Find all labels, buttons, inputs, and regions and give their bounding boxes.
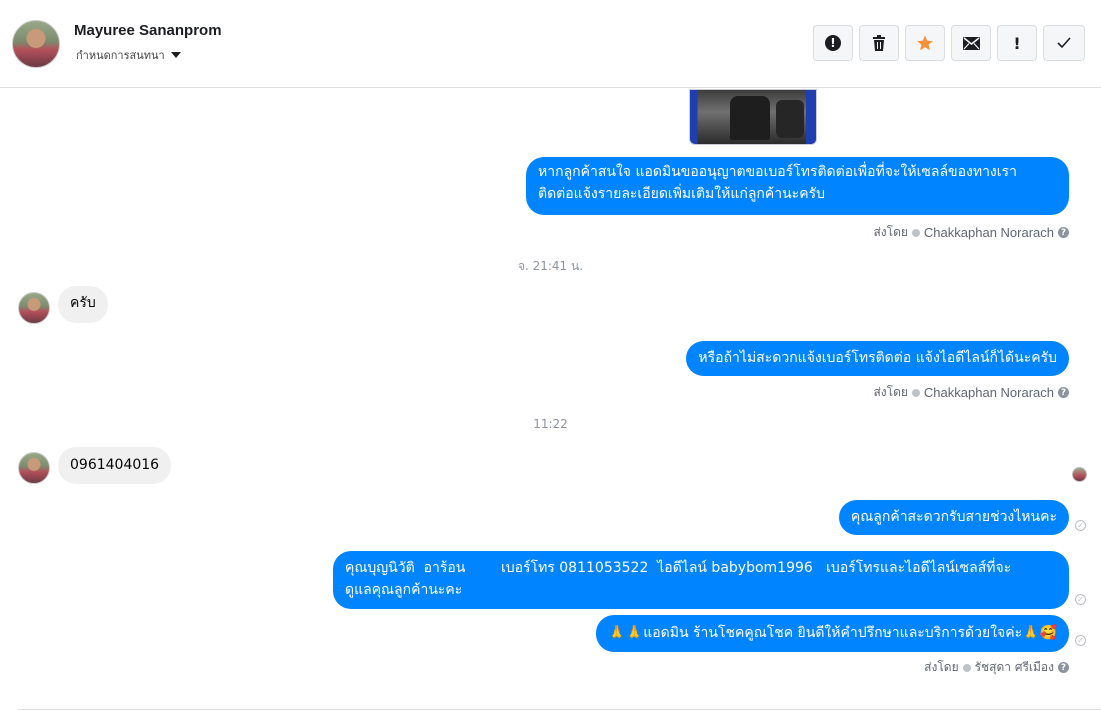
mail-button[interactable] xyxy=(951,25,991,61)
verified-dot-icon xyxy=(911,228,920,237)
verified-dot-icon xyxy=(962,663,971,672)
delivered-check-icon: ✓ xyxy=(1075,520,1086,531)
done-button[interactable] xyxy=(1043,25,1085,61)
car-interior-photo[interactable] xyxy=(689,89,817,145)
trash-icon xyxy=(873,35,885,51)
caret-down-icon xyxy=(170,52,181,58)
outgoing-message[interactable]: คุณลูกค้าสะดวกรับสายช่วงไหนคะ xyxy=(838,500,1069,535)
composer-divider xyxy=(18,709,1101,710)
contact-avatar-small[interactable] xyxy=(18,452,50,484)
assign-label: กำหนดการสนทนา xyxy=(76,49,165,62)
sender-name[interactable]: Chakkaphan Norarach xyxy=(924,225,1054,240)
help-icon[interactable]: ? xyxy=(1058,387,1069,398)
contact-avatar[interactable] xyxy=(12,20,60,68)
contact-avatar-small[interactable] xyxy=(18,292,50,324)
verified-dot-icon xyxy=(911,388,920,397)
sender-name[interactable]: รัชสุดา ศรีเมือง xyxy=(975,658,1054,677)
envelope-icon xyxy=(962,36,980,50)
checkmark-icon xyxy=(1057,37,1071,49)
incoming-message[interactable]: ครับ xyxy=(58,286,108,323)
delivered-check-icon: ✓ xyxy=(1075,635,1086,646)
outgoing-message[interactable]: คุณบุญนิวัติ อาร้อน เบอร์โทร 0811053522 … xyxy=(333,551,1069,609)
contact-name[interactable]: Mayuree Sananprom xyxy=(74,22,222,39)
outgoing-message[interactable]: 🙏🙏แอดมิน ร้านโชคคูณโชค ยินดีให้คำปรึกษาแ… xyxy=(596,615,1069,652)
help-icon[interactable]: ? xyxy=(1058,227,1069,238)
sent-by-label: ส่งโดย Chakkaphan Norarach ? xyxy=(873,223,1069,242)
help-icon[interactable]: ? xyxy=(1058,662,1069,673)
sent-by-label: ส่งโดย รัชสุดา ศรีเมือง ? xyxy=(924,658,1069,677)
star-icon xyxy=(917,35,933,51)
timestamp: จ. 21:41 น. xyxy=(517,259,584,273)
timestamp: 11:22 xyxy=(533,417,568,431)
incoming-message[interactable]: 0961404016 xyxy=(58,447,172,484)
star-button[interactable] xyxy=(905,25,945,61)
alert-circle-icon: ! xyxy=(825,35,841,51)
sent-by-label: ส่งโดย Chakkaphan Norarach ? xyxy=(873,383,1069,402)
seen-avatar xyxy=(1072,467,1087,482)
important-button[interactable]: ! xyxy=(997,25,1037,61)
exclamation-icon: ! xyxy=(1013,33,1021,53)
delivered-check-icon: ✓ xyxy=(1075,594,1086,605)
sender-name[interactable]: Chakkaphan Norarach xyxy=(924,385,1054,400)
assign-conversation-dropdown[interactable]: กำหนดการสนทนา xyxy=(76,46,181,64)
conversation-toolbar: ! ! xyxy=(813,25,1085,61)
report-button[interactable]: ! xyxy=(813,25,853,61)
outgoing-message[interactable]: หรือถ้าไม่สะดวกแจ้งเบอร์โทรติดต่อ แจ้งไอ… xyxy=(686,341,1069,376)
message-thread: หากลูกค้าสนใจ แอดมินขออนุญาตขอเบอร์โทรติ… xyxy=(0,89,1101,711)
delete-button[interactable] xyxy=(859,25,899,61)
conversation-header: Mayuree Sananprom กำหนดการสนทนา ! ! xyxy=(0,0,1101,88)
outgoing-message[interactable]: หากลูกค้าสนใจ แอดมินขออนุญาตขอเบอร์โทรติ… xyxy=(526,157,1069,215)
